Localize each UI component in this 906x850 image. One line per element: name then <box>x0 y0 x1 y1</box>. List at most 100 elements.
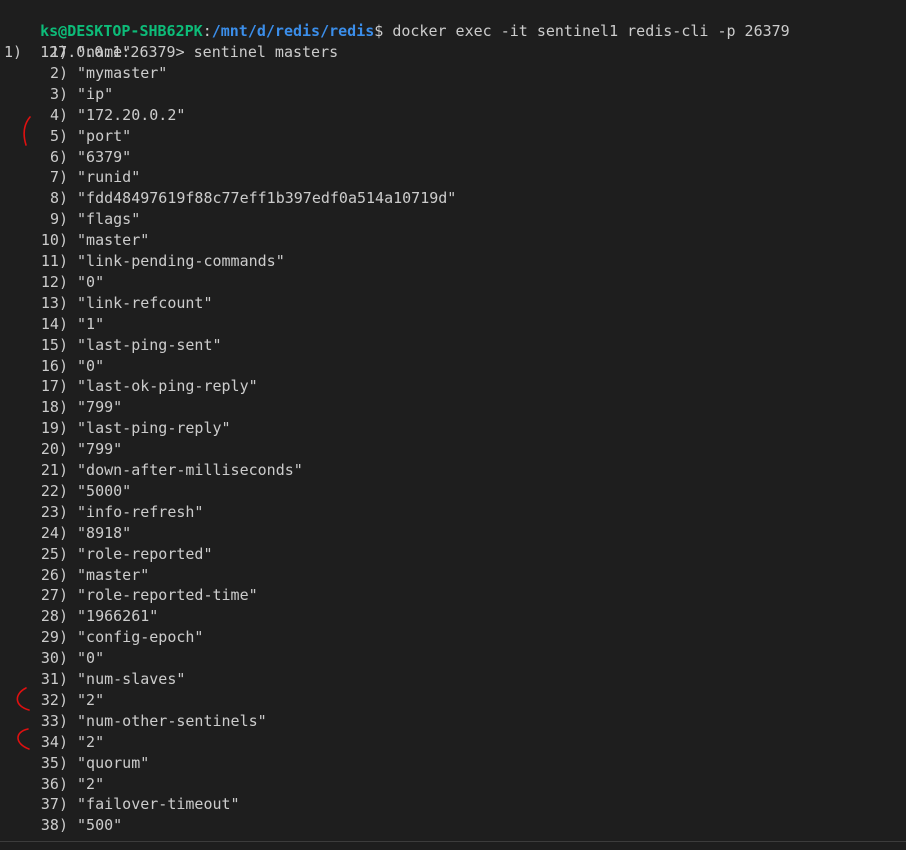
outer-index: 1) <box>4 43 23 61</box>
row-index: 35) <box>40 753 68 772</box>
row-value: "runid" <box>77 168 141 187</box>
row-value: "link-pending-commands" <box>77 252 285 270</box>
row-index: 10) <box>40 231 68 250</box>
row-value: "port" <box>77 126 132 145</box>
row-index: 18) <box>40 398 68 417</box>
output-row: 34) "2" <box>4 732 104 753</box>
row-value: "ip" <box>77 84 114 103</box>
row-index: 21) <box>40 461 68 479</box>
shell-command: docker exec -it sentinel1 redis-cli -p 2… <box>383 22 790 40</box>
output-row: 14) "1" <box>4 314 104 335</box>
output-row: 28) "1966261" <box>4 606 158 627</box>
row-value: "0" <box>77 356 105 375</box>
row-index: 5) <box>49 126 68 145</box>
output-row: 7) "runid" <box>4 167 140 188</box>
row-index: 6) <box>49 147 68 166</box>
row-index: 37) <box>40 795 68 814</box>
output-row: 27) "role-reported-time" <box>4 585 258 606</box>
row-index: 3) <box>49 84 68 103</box>
output-row: 15) "last-ping-sent" <box>4 335 222 356</box>
row-value: "failover-timeout" <box>77 795 240 814</box>
row-index: 32) <box>40 690 68 709</box>
row-value: "500" <box>77 816 123 835</box>
row-index: 23) <box>40 502 68 521</box>
row-value: "1" <box>77 314 105 333</box>
row-index: 14) <box>40 314 68 333</box>
row-index: 4) <box>49 105 68 124</box>
row-value: "0" <box>77 649 105 668</box>
row-index: 22) <box>40 481 68 500</box>
row-index: 12) <box>40 272 68 291</box>
row-value: "2" <box>77 690 105 709</box>
output-row: 11) "link-pending-commands" <box>4 251 285 272</box>
row-index: 17) <box>40 377 68 396</box>
output-row: 32) "2" <box>4 690 104 711</box>
output-row: 21) "down-after-milliseconds" <box>4 460 303 481</box>
row-index: 31) <box>40 670 68 688</box>
row-value: "2" <box>77 732 105 751</box>
output-row: 30) "0" <box>4 648 104 669</box>
terminal-window[interactable]: ks@DESKTOP-SHB62PK:/mnt/d/redis/redis$ d… <box>0 0 906 850</box>
row-value: "mymaster" <box>77 63 168 82</box>
row-index: 34) <box>40 732 68 751</box>
row-index: 25) <box>40 544 68 563</box>
row-index: 19) <box>40 419 68 438</box>
output-row: 35) "quorum" <box>4 753 149 774</box>
row-value: "799" <box>77 440 123 459</box>
row-index: 33) <box>40 711 68 730</box>
output-row: 24) "8918" <box>4 523 131 544</box>
terminal-bottom-edge <box>0 841 906 842</box>
output-row: 1) 1) "name" <box>4 42 131 63</box>
output-row: 37) "failover-timeout" <box>4 794 240 815</box>
redis-cli-command: sentinel masters <box>184 43 339 61</box>
row-index: 13) <box>40 293 68 312</box>
output-row: 10) "master" <box>4 230 149 251</box>
output-row: 38) "500" <box>4 815 122 836</box>
row-value: "last-ok-ping-reply" <box>77 377 258 396</box>
row-value: "role-reported-time" <box>77 586 258 605</box>
row-value: "799" <box>77 398 123 417</box>
row-value: "num-other-sentinels" <box>77 711 267 730</box>
row-value: "down-after-milliseconds" <box>77 461 303 479</box>
output-row: 4) "172.20.0.2" <box>4 105 185 126</box>
output-row: 17) "last-ok-ping-reply" <box>4 376 258 397</box>
output-row: 3) "ip" <box>4 84 113 105</box>
row-value: "master" <box>77 565 150 584</box>
row-index: 29) <box>40 628 68 647</box>
row-index: 2) <box>49 63 68 82</box>
row-index: 15) <box>40 335 68 354</box>
row-value: "config-epoch" <box>77 628 204 647</box>
output-row: 6) "6379" <box>4 147 131 168</box>
row-index: 8) <box>49 189 68 208</box>
output-row: 12) "0" <box>4 272 104 293</box>
row-index: 30) <box>40 649 68 668</box>
shell-prompt-line: ks@DESKTOP-SHB62PK:/mnt/d/redis/redis$ d… <box>4 0 790 40</box>
output-row: 36) "2" <box>4 774 104 795</box>
output-row: 16) "0" <box>4 356 104 377</box>
output-row: 22) "5000" <box>4 481 131 502</box>
row-value: "info-refresh" <box>77 502 204 521</box>
output-row: 18) "799" <box>4 397 122 418</box>
row-value: "quorum" <box>77 753 150 772</box>
row-value: "link-refcount" <box>77 293 213 312</box>
row-index: 1) <box>49 43 68 61</box>
row-value: "last-ping-reply" <box>77 419 231 438</box>
row-index: 7) <box>49 168 68 187</box>
output-row: 8) "fdd48497619f88c77eff1b397edf0a514a10… <box>4 188 456 209</box>
row-index: 11) <box>40 252 68 270</box>
row-value: "172.20.0.2" <box>77 105 186 124</box>
row-value: "role-reported" <box>77 544 213 563</box>
row-value: "master" <box>77 231 150 250</box>
prompt-symbol: $ <box>374 22 384 40</box>
row-value: "2" <box>77 774 105 793</box>
row-index: 26) <box>40 565 68 584</box>
row-value: "last-ping-sent" <box>77 335 222 354</box>
row-value: "flags" <box>77 210 141 229</box>
output-row: 33) "num-other-sentinels" <box>4 711 267 732</box>
row-index: 27) <box>40 586 68 605</box>
row-value: "8918" <box>77 523 132 542</box>
row-index: 24) <box>40 523 68 542</box>
row-value: "fdd48497619f88c77eff1b397edf0a514a10719… <box>77 189 457 208</box>
output-row: 29) "config-epoch" <box>4 627 204 648</box>
row-value: "name" <box>77 43 132 61</box>
